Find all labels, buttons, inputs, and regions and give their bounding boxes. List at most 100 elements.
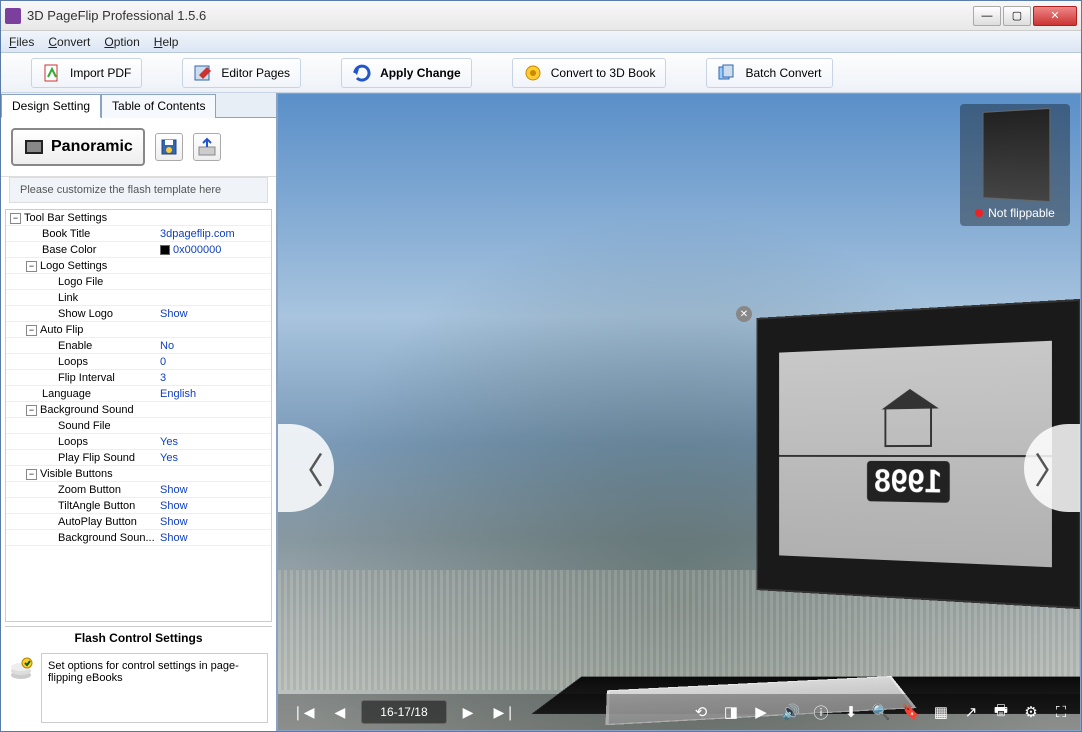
- prop-bg-sound-btn-value[interactable]: Show: [156, 532, 271, 544]
- prop-flip-interval-value[interactable]: 3: [156, 372, 271, 384]
- convert-3d-label: Convert to 3D Book: [551, 66, 656, 80]
- editor-pages-label: Editor Pages: [221, 66, 290, 80]
- editor-pages-button[interactable]: Editor Pages: [182, 58, 301, 88]
- year-text: 1998: [867, 460, 950, 502]
- last-page-button[interactable]: ▶❘: [489, 702, 520, 723]
- prop-sound-file-label: Sound File: [6, 420, 156, 432]
- close-page-button[interactable]: ✕: [736, 306, 752, 322]
- group-auto-flip: Auto Flip: [40, 324, 83, 336]
- import-pdf-label: Import PDF: [70, 66, 131, 80]
- house-illustration: [884, 406, 932, 447]
- prop-book-title-label: Book Title: [6, 228, 156, 240]
- tree-toggle-icon[interactable]: −: [10, 213, 21, 224]
- sound-icon[interactable]: 🔊: [782, 703, 800, 721]
- import-pdf-button[interactable]: Import PDF: [31, 58, 142, 88]
- settings-icon[interactable]: ⚙: [1022, 703, 1040, 721]
- first-page-button[interactable]: ❘◀: [288, 702, 319, 723]
- prop-enable-label: Enable: [6, 340, 156, 352]
- export-icon: [197, 137, 217, 157]
- tree-toggle-icon[interactable]: −: [26, 261, 37, 272]
- tilt-reset-icon[interactable]: ⟲: [692, 703, 710, 721]
- panoramic-label: Panoramic: [51, 138, 133, 156]
- bookmark-icon[interactable]: 🔖: [902, 703, 920, 721]
- apply-change-icon: [352, 63, 372, 83]
- tree-toggle-icon[interactable]: −: [26, 405, 37, 416]
- autoplay-icon[interactable]: ▶: [752, 703, 770, 721]
- print-icon[interactable]: 🖶: [992, 703, 1010, 721]
- convert-3d-button[interactable]: Convert to 3D Book: [512, 58, 667, 88]
- tilt-angle-icon[interactable]: ◨: [722, 703, 740, 721]
- window-controls: — ▢ ✕: [973, 6, 1077, 26]
- flash-control-panel: Flash Control Settings Set options for c…: [5, 626, 272, 727]
- status-dot-icon: [975, 209, 983, 217]
- customize-message: Please customize the flash template here: [9, 177, 268, 203]
- prop-show-logo-value[interactable]: Show: [156, 308, 271, 320]
- thumbnails-icon[interactable]: ▦: [932, 703, 950, 721]
- prop-bs-loops-label: Loops: [6, 436, 156, 448]
- group-toolbar-settings: Tool Bar Settings: [24, 212, 107, 224]
- maximize-button[interactable]: ▢: [1003, 6, 1031, 26]
- prop-loops-value[interactable]: 0: [156, 356, 271, 368]
- prop-bs-loops-value[interactable]: Yes: [156, 436, 271, 448]
- batch-convert-label: Batch Convert: [745, 66, 821, 80]
- flippable-status: Not flippable: [966, 206, 1064, 220]
- batch-convert-icon: [717, 63, 737, 83]
- preview-area: 1998 ✕ 〈 〉 Not flippable ❘◀ ◀ 16-17/18 ▶…: [277, 93, 1081, 731]
- prop-play-flip-sound-value[interactable]: Yes: [156, 452, 271, 464]
- menu-option[interactable]: Option: [104, 35, 139, 49]
- export-template-button[interactable]: [193, 133, 221, 161]
- horizon-line: [779, 454, 1051, 456]
- content-area: Design Setting Table of Contents Panoram…: [1, 93, 1081, 731]
- menu-convert[interactable]: Convert: [48, 35, 90, 49]
- book-thumbnail[interactable]: [983, 108, 1051, 202]
- color-swatch-icon: [160, 245, 170, 255]
- download-icon[interactable]: ⬇: [842, 703, 860, 721]
- prop-base-color-label: Base Color: [6, 244, 156, 256]
- prop-loops-label: Loops: [6, 356, 156, 368]
- panoramic-button[interactable]: Panoramic: [11, 128, 145, 166]
- save-template-button[interactable]: [155, 133, 183, 161]
- batch-convert-button[interactable]: Batch Convert: [706, 58, 832, 88]
- tab-table-of-contents[interactable]: Table of Contents: [101, 94, 216, 118]
- group-visible-buttons: Visible Buttons: [40, 468, 113, 480]
- prop-link-label: Link: [6, 292, 156, 304]
- minimize-button[interactable]: —: [973, 6, 1001, 26]
- app-title: 3D PageFlip Professional 1.5.6: [27, 8, 973, 23]
- menu-files[interactable]: Files: [9, 35, 34, 49]
- prev-page-button[interactable]: ◀: [331, 702, 350, 723]
- prop-zoom-button-value[interactable]: Show: [156, 484, 271, 496]
- menubar: Files Convert Option Help: [1, 31, 1081, 53]
- property-tree[interactable]: −Tool Bar Settings Book Title3dpageflip.…: [5, 209, 272, 622]
- prop-tilt-angle-value[interactable]: Show: [156, 500, 271, 512]
- prop-enable-value[interactable]: No: [156, 340, 271, 352]
- tab-design-setting[interactable]: Design Setting: [1, 94, 101, 118]
- page-counter[interactable]: 16-17/18: [361, 700, 446, 724]
- share-icon[interactable]: ↗: [962, 703, 980, 721]
- next-page-button[interactable]: ▶: [459, 702, 478, 723]
- prop-logo-file-label: Logo File: [6, 276, 156, 288]
- prop-play-flip-sound-label: Play Flip Sound: [6, 452, 156, 464]
- prop-base-color-value[interactable]: 0x000000: [156, 244, 271, 256]
- prop-book-title-value[interactable]: 3dpageflip.com: [156, 228, 271, 240]
- prop-show-logo-label: Show Logo: [6, 308, 156, 320]
- close-button[interactable]: ✕: [1033, 6, 1077, 26]
- tree-toggle-icon[interactable]: −: [26, 325, 37, 336]
- apply-change-label: Apply Change: [380, 66, 461, 80]
- tree-toggle-icon[interactable]: −: [26, 469, 37, 480]
- info-icon[interactable]: ⓘ: [812, 703, 830, 721]
- fullscreen-icon[interactable]: ⛶: [1052, 703, 1070, 721]
- menu-help[interactable]: Help: [154, 35, 179, 49]
- prop-autoplay-value[interactable]: Show: [156, 516, 271, 528]
- panoramic-icon: [23, 136, 45, 158]
- apply-change-button[interactable]: Apply Change: [341, 58, 472, 88]
- prop-zoom-button-label: Zoom Button: [6, 484, 156, 496]
- prop-tilt-angle-label: TiltAngle Button: [6, 500, 156, 512]
- toolbar: Import PDF Editor Pages Apply Change Con…: [1, 53, 1081, 93]
- group-background-sound: Background Sound: [40, 404, 134, 416]
- app-icon: [5, 8, 21, 24]
- zoom-icon[interactable]: 🔍: [872, 703, 890, 721]
- preview-bottom-bar: ❘◀ ◀ 16-17/18 ▶ ▶❘ ⟲ ◨ ▶ 🔊 ⓘ ⬇ 🔍 🔖 ▦ ↗ 🖶…: [278, 694, 1080, 730]
- prop-language-value[interactable]: English: [156, 388, 271, 400]
- prop-autoplay-label: AutoPlay Button: [6, 516, 156, 528]
- template-area: Panoramic: [1, 118, 276, 177]
